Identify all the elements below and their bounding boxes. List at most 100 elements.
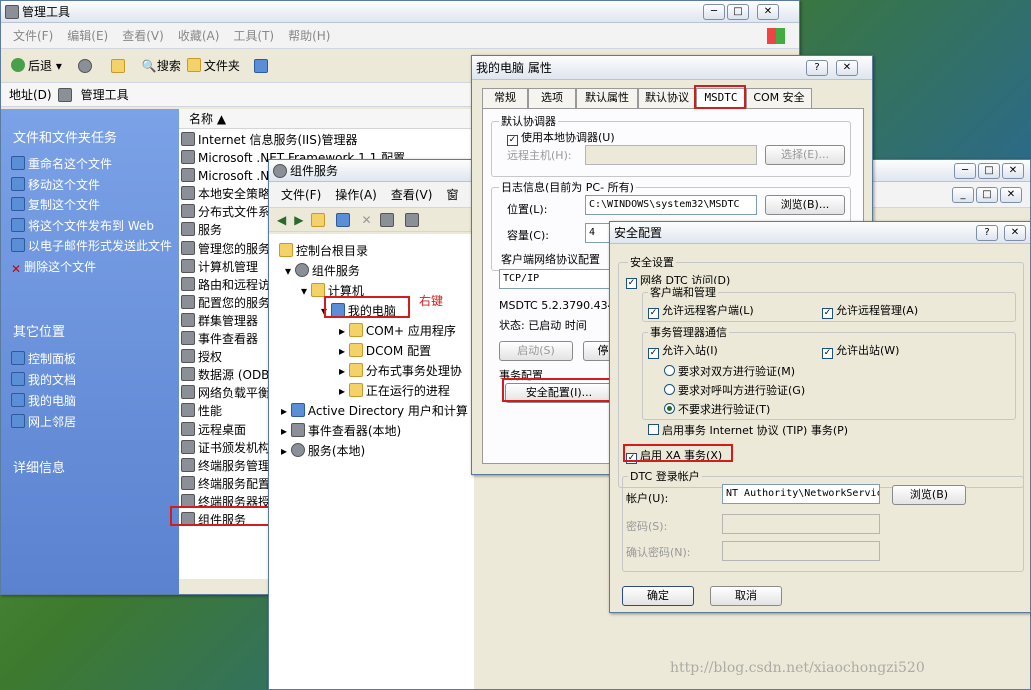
use-local-coordinator-checkbox[interactable]: ✓ 使用本地协调器(U) [507, 129, 615, 146]
tree-component-services[interactable]: ▾ 组件服务 [285, 262, 360, 279]
allow-remote-clients-checkbox[interactable]: ✓ 允许远程客户端(L) [648, 302, 754, 319]
up-folder-icon[interactable] [311, 212, 326, 227]
cancel-button[interactable]: 取消 [710, 586, 782, 606]
location-field[interactable]: C:\WINDOWS\system32\MSDTC [585, 195, 757, 215]
tree-dtc[interactable]: ▸ 分布式事务处理协 [339, 362, 462, 379]
maximize-button[interactable]: □ [727, 4, 749, 20]
no-auth-radio[interactable]: 不要求进行验证(T) [664, 401, 770, 417]
menu-tools[interactable]: 工具(T) [233, 27, 274, 44]
folder-icon [279, 243, 293, 257]
tab-default-protocols[interactable]: 默认协议 [638, 88, 696, 108]
account-label: 帐户(U): [626, 492, 669, 505]
item-icon [181, 258, 195, 273]
child-close-button[interactable]: ✕ [1000, 187, 1022, 203]
caller-auth-radio[interactable]: 要求对呼叫方进行验证(G) [664, 382, 805, 398]
search-icon: 🔍 [141, 59, 157, 73]
task-item[interactable]: 重命名这个文件 [11, 154, 176, 175]
properties-titlebar: 我的电脑 属性 ? ✕ [472, 56, 872, 80]
browse-account-button[interactable]: 浏览(B) [892, 485, 966, 505]
search-button[interactable]: 🔍搜索 [142, 57, 181, 74]
up-folder-icon[interactable] [110, 58, 125, 73]
item-icon [181, 294, 195, 309]
maximize-button[interactable]: □ [978, 163, 1000, 179]
task-item[interactable]: 复制这个文件 [11, 195, 176, 216]
show-tree-icon[interactable] [336, 212, 351, 227]
tree-event-viewer[interactable]: ▸ 事件查看器(本地) [281, 422, 401, 439]
help-button[interactable]: ? [806, 60, 828, 76]
select-button[interactable]: 选择(E)... [765, 145, 845, 165]
menu-favorites[interactable]: 收藏(A) [178, 27, 220, 44]
allow-remote-admin-checkbox[interactable]: ✓ 允许远程管理(A) [822, 302, 918, 319]
close-button[interactable]: ✕ [1002, 163, 1024, 179]
child-minimize-button[interactable]: _ [952, 187, 974, 203]
menu-edit[interactable]: 编辑(E) [67, 27, 108, 44]
item-icon [181, 240, 195, 255]
item-icon [181, 222, 195, 237]
tab-general[interactable]: 常规 [482, 88, 528, 108]
allow-inbound-checkbox[interactable]: ✓ 允许入站(I) [648, 342, 718, 359]
password-field[interactable] [722, 514, 880, 534]
tree-running[interactable]: ▸ 正在运行的进程 [339, 382, 450, 399]
task-item[interactable]: 移动这个文件 [11, 175, 176, 196]
explorer-menubar: 文件(F) 编辑(E) 查看(V) 收藏(A) 工具(T) 帮助(H) [1, 23, 799, 49]
delete-icon[interactable]: ✕ [361, 213, 371, 227]
allow-outbound-checkbox[interactable]: ✓ 允许出站(W) [822, 342, 899, 359]
close-button[interactable]: ✕ [757, 4, 779, 20]
places-header: 其它位置 [13, 325, 66, 340]
tree-root[interactable]: 控制台根目录 [279, 242, 368, 259]
menu-help[interactable]: 帮助(H) [288, 27, 330, 44]
menu-file[interactable]: 文件(F) [13, 27, 53, 44]
folder-icon [310, 283, 325, 297]
back-arrow-icon[interactable]: ◀ [277, 213, 286, 227]
tip-checkbox[interactable]: 启用事务 Internet 协议 (TIP) 事务(P) [648, 422, 848, 438]
menu-view[interactable]: 查看(V) [122, 27, 164, 44]
remote-host-field[interactable] [585, 145, 757, 165]
cs-menu-window[interactable]: 窗 [446, 186, 458, 203]
place-item[interactable]: 网上邻居 [11, 412, 76, 433]
back-button[interactable]: 后退 ▾ [11, 57, 62, 74]
cs-menu-action[interactable]: 操作(A) [335, 186, 377, 203]
tree-com-apps[interactable]: ▸ COM+ 应用程序 [339, 322, 456, 339]
ok-button[interactable]: 确定 [622, 586, 694, 606]
address-value[interactable]: 管理工具 [81, 86, 129, 103]
tab-com-security[interactable]: COM 安全 [746, 88, 812, 108]
confirm-password-field[interactable] [722, 541, 880, 561]
tab-default-props[interactable]: 默认属性 [576, 88, 638, 108]
start-button[interactable]: 启动(S) [499, 341, 573, 361]
properties-icon[interactable] [379, 212, 394, 227]
child-restore-button[interactable]: □ [976, 187, 998, 203]
default-coordinator-header: 默认协调器 [499, 113, 558, 129]
cs-menu-file[interactable]: 文件(F) [281, 186, 321, 203]
account-field[interactable]: NT Authority\NetworkService [722, 484, 880, 504]
mutual-auth-radio[interactable]: 要求对双方进行验证(M) [664, 363, 795, 379]
tree-active-directory[interactable]: ▸ Active Directory 用户和计算 [281, 402, 468, 419]
views-icon[interactable] [253, 58, 268, 73]
export-icon[interactable] [404, 212, 419, 227]
caller-auth-label: 要求对呼叫方进行验证(G) [678, 384, 806, 397]
minimize-button[interactable]: ─ [703, 4, 725, 20]
forward-arrow-icon[interactable] [77, 58, 92, 73]
browse-log-button[interactable]: 浏览(B)... [765, 195, 845, 215]
protocol-select[interactable]: TCP/IP [499, 269, 619, 289]
minimize-button[interactable]: ─ [954, 163, 976, 179]
task-item[interactable]: 以电子邮件形式发送此文件 [11, 236, 176, 257]
item-icon [181, 150, 195, 165]
close-button[interactable]: ✕ [1004, 225, 1026, 241]
tree-services[interactable]: ▸ 服务(本地) [281, 442, 365, 459]
tree-dcom[interactable]: ▸ DCOM 配置 [339, 342, 431, 359]
task-item[interactable]: ✕ 删除这个文件 [11, 257, 176, 278]
file-item[interactable]: Internet 信息服务(IIS)管理器 [181, 131, 405, 149]
item-icon [181, 475, 195, 490]
forward-arrow-icon[interactable]: ▶ [294, 213, 303, 227]
help-button[interactable]: ? [976, 225, 998, 241]
place-item[interactable]: 我的电脑 [11, 391, 76, 412]
task-item[interactable]: 将这个文件发布到 Web [11, 216, 176, 237]
place-item[interactable]: 控制面板 [11, 349, 76, 370]
tm-comm-header: 事务管理器通信 [648, 324, 729, 340]
tab-options[interactable]: 选项 [528, 88, 576, 108]
place-item[interactable]: 我的文档 [11, 370, 76, 391]
highlight-xa [623, 444, 733, 462]
folders-button[interactable]: 文件夹 [186, 57, 240, 74]
close-button[interactable]: ✕ [836, 60, 858, 76]
cs-menu-view[interactable]: 查看(V) [391, 186, 433, 203]
